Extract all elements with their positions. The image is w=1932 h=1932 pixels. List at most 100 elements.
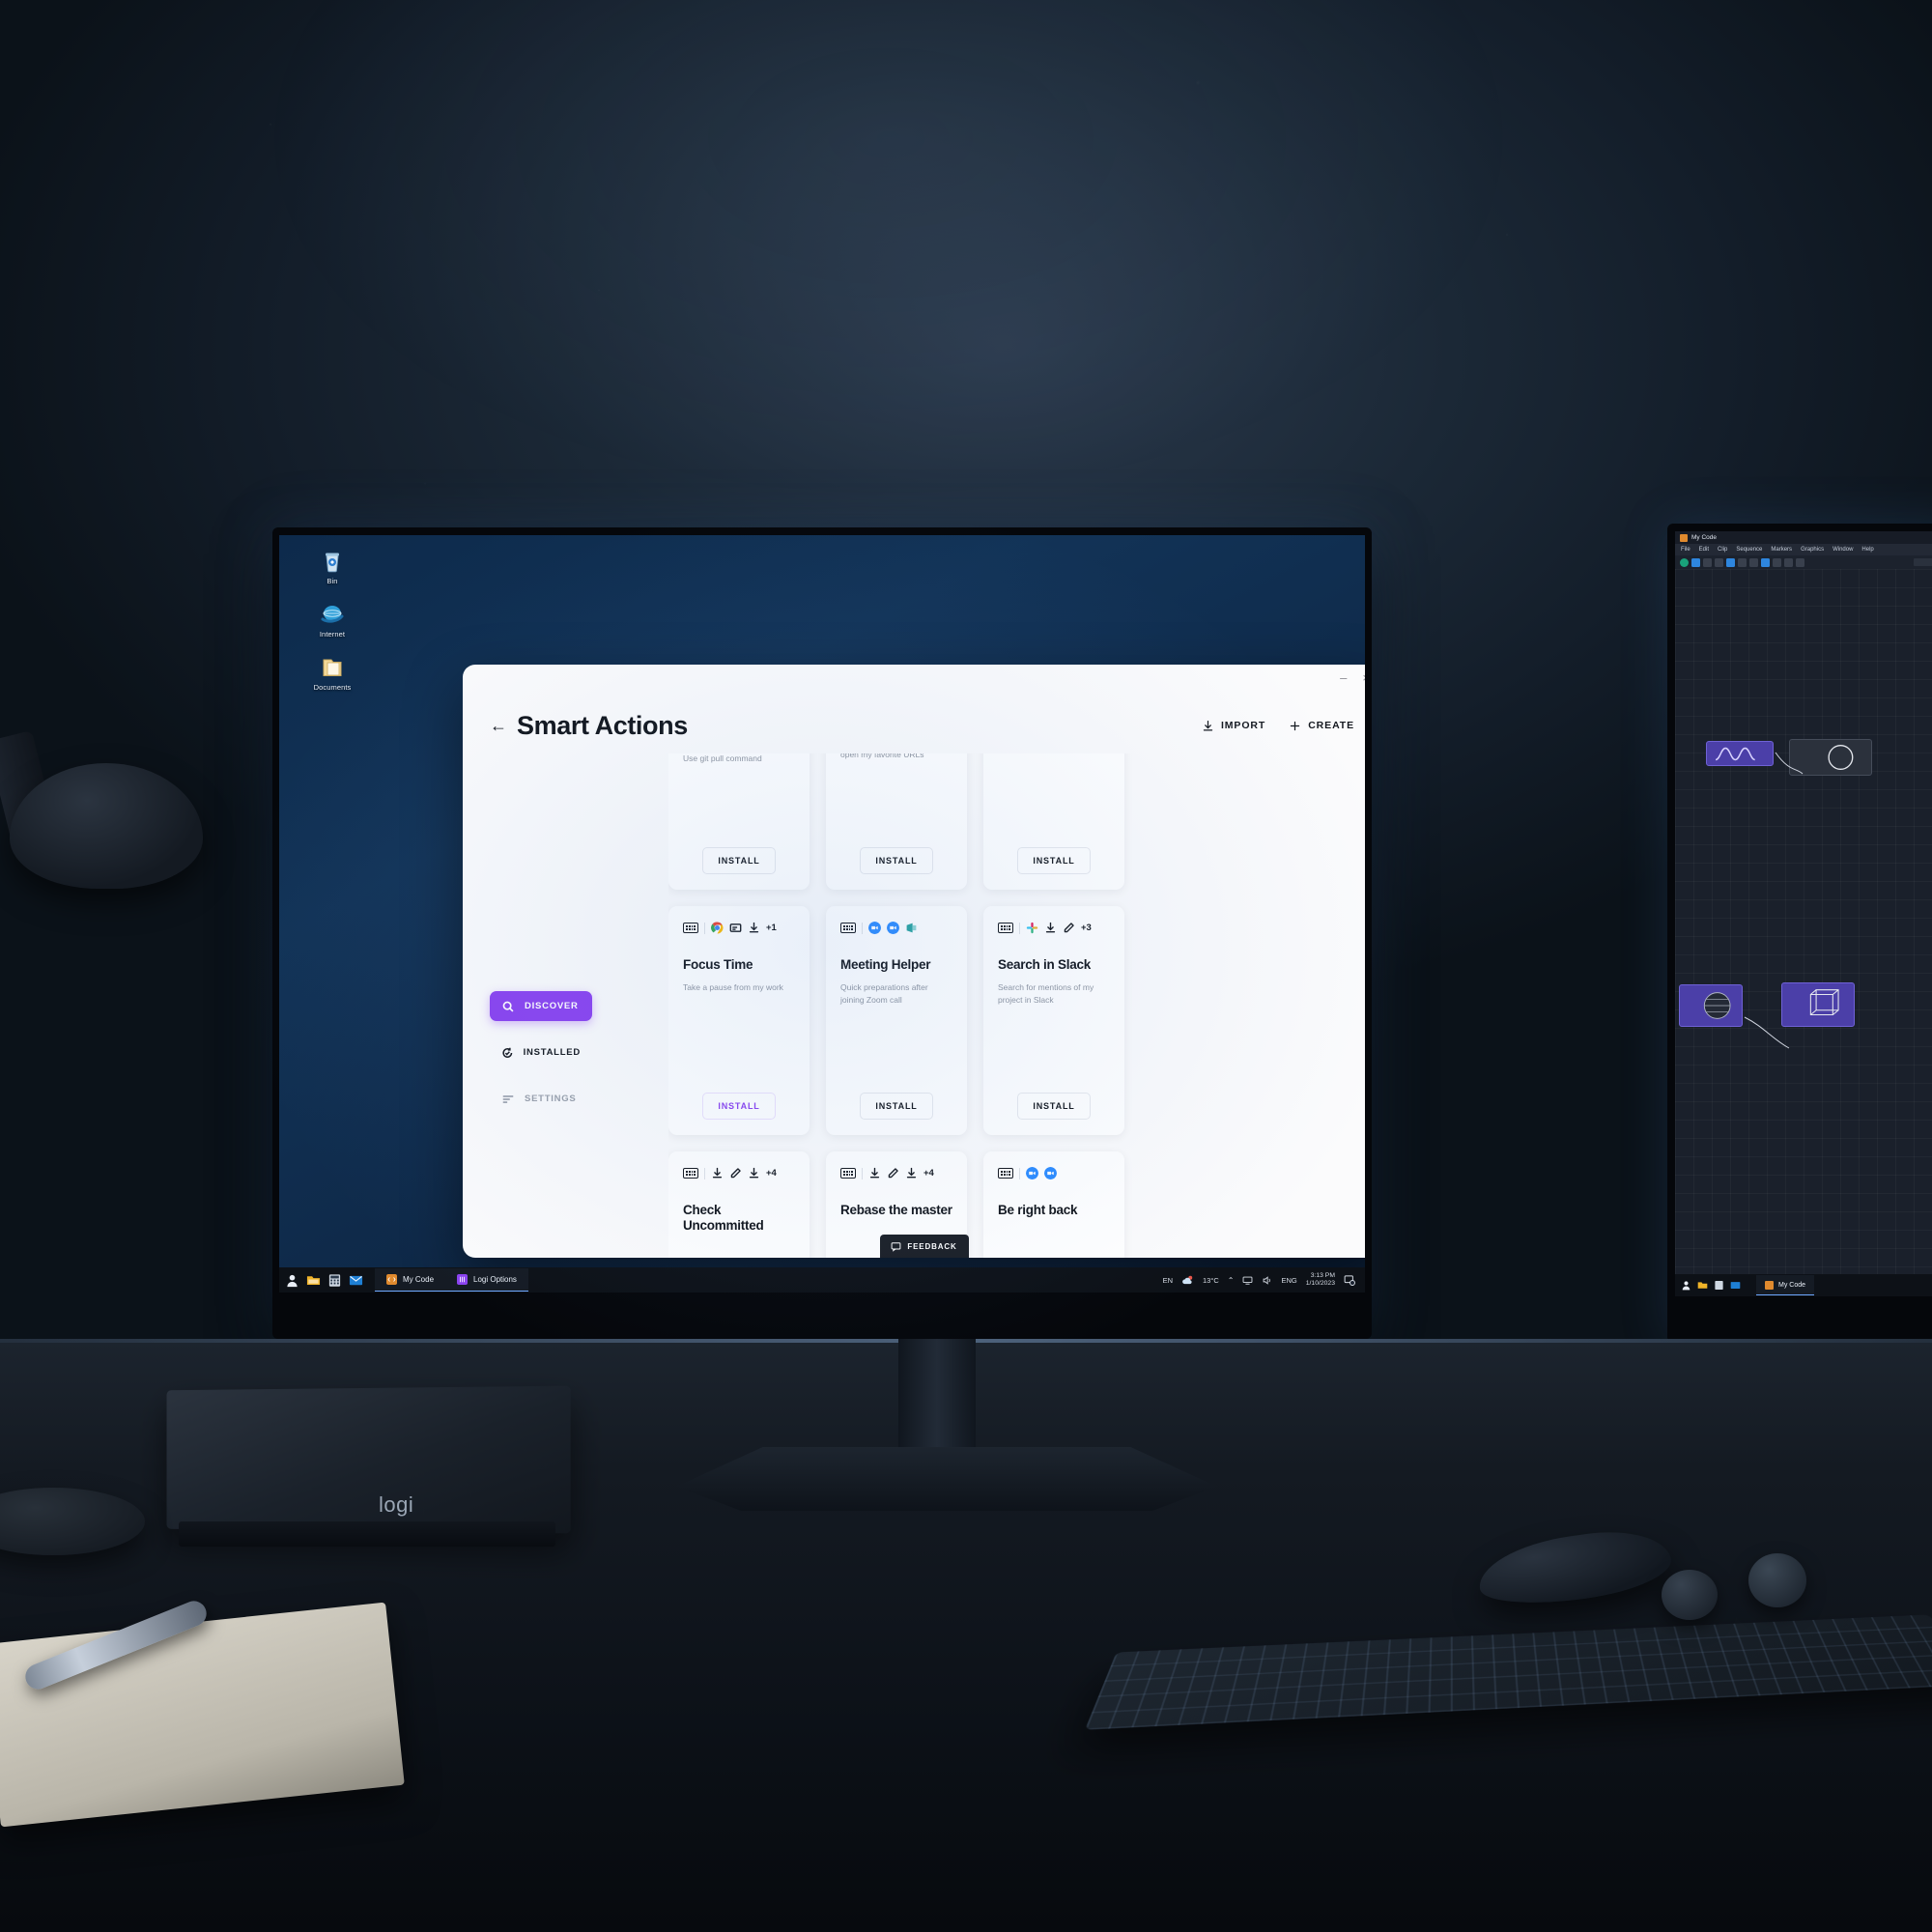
volume-icon[interactable]	[1262, 1275, 1272, 1286]
action-card[interactable]: +4 Check Uncommitted	[668, 1151, 810, 1258]
keyboard-icon	[683, 1168, 698, 1179]
feedback-button[interactable]: FEEDBACK	[879, 1235, 969, 1258]
feedback-chat-icon	[891, 1241, 901, 1252]
tray-weather[interactable]: 13°C	[1203, 1276, 1219, 1285]
my-code-icon	[1680, 533, 1688, 542]
taskbar-task-my-code[interactable]: My Code	[1756, 1275, 1815, 1295]
notification-icon[interactable]	[1344, 1274, 1355, 1286]
desktop-icon-internet[interactable]: Internet	[297, 602, 368, 639]
card-title: Rebase the master	[840, 1203, 952, 1217]
card-description: Quick preparations after joining Zoom ca…	[840, 982, 928, 1006]
pencil-icon	[730, 1168, 741, 1179]
toolbar-button[interactable]	[1738, 557, 1747, 567]
menu-item-sequence[interactable]: Sequence	[1736, 547, 1762, 553]
menu-item-markers[interactable]: Markers	[1771, 547, 1792, 553]
card-title: Focus Time	[683, 957, 753, 972]
my-code-title: My Code	[1691, 534, 1718, 541]
minimize-button[interactable]: –	[1340, 671, 1347, 684]
install-button[interactable]: INSTALL	[860, 847, 933, 874]
install-button[interactable]: INSTALL	[702, 1093, 776, 1120]
divider	[704, 922, 705, 934]
card-icon-row: +1	[683, 920, 795, 936]
tray-language[interactable]: EN	[1163, 1276, 1173, 1285]
user-icon[interactable]	[1681, 1280, 1691, 1291]
desktop-icon-bin[interactable]: Bin	[297, 549, 368, 585]
create-button[interactable]: CREATE	[1289, 720, 1354, 732]
menu-item-graphics[interactable]: Graphics	[1801, 547, 1824, 553]
action-card[interactable]: Be right back	[983, 1151, 1124, 1258]
search-input[interactable]	[1914, 558, 1932, 566]
card-description: When I opened a browser, open my favorit…	[840, 753, 924, 760]
sidebar-item-label: SETTINGS	[525, 1094, 577, 1104]
card-title: Check Uncommitted	[683, 1203, 764, 1234]
toolbar-button[interactable]	[1784, 557, 1793, 567]
taskbar-task-logi-options[interactable]: Logi Options	[445, 1268, 528, 1292]
network-icon[interactable]	[1242, 1275, 1253, 1286]
primary-screen: Bin Internet Documents – ← Smart Actions…	[279, 535, 1365, 1293]
taskbar-task-label: My Code	[403, 1275, 435, 1284]
my-code-titlebar: My Code	[1675, 531, 1932, 544]
toolbar-button[interactable]	[1726, 557, 1735, 567]
app-header: ← Smart Actions IMPORT CREATE	[463, 697, 1365, 753]
mail-icon[interactable]	[349, 1273, 363, 1288]
earbud-left	[1662, 1570, 1718, 1620]
action-card[interactable]: +1 Focus Time Take a pause from my work …	[668, 906, 810, 1135]
sidebar-item-settings[interactable]: SETTINGS	[490, 1084, 592, 1114]
node-graph-canvas[interactable]	[1675, 569, 1932, 1284]
menu-item-edit[interactable]: Edit	[1699, 547, 1709, 553]
install-button[interactable]: INSTALL	[860, 1093, 933, 1120]
action-card[interactable]: Open URLs When I opened a browser, open …	[826, 753, 967, 890]
toolbar-button[interactable]	[1691, 557, 1700, 567]
extra-count: +1	[766, 923, 777, 933]
user-icon[interactable]	[285, 1273, 299, 1288]
action-card[interactable]: Pull project changes Use git pull comman…	[668, 753, 810, 890]
zoom-icon	[1044, 1167, 1057, 1179]
toolbar-button[interactable]	[1749, 557, 1758, 567]
documents-folder-icon	[323, 659, 342, 676]
menu-item-clip[interactable]: Clip	[1718, 547, 1727, 553]
toolbar-button[interactable]	[1680, 557, 1689, 567]
file-explorer-icon[interactable]	[306, 1273, 321, 1288]
action-card[interactable]: Morning Setup Open my favourite apps INS…	[983, 753, 1124, 890]
back-arrow-icon[interactable]: ←	[490, 716, 507, 736]
toolbar-button[interactable]	[1796, 557, 1804, 567]
toolbar-button[interactable]	[1761, 557, 1770, 567]
my-code-menubar: File Edit Clip Sequence Markers Graphics…	[1675, 544, 1932, 555]
menu-item-window[interactable]: Window	[1833, 547, 1853, 553]
download-icon	[1203, 720, 1213, 730]
toolbar-button[interactable]	[1773, 557, 1781, 567]
install-button[interactable]: INSTALL	[1017, 847, 1091, 874]
install-button[interactable]: INSTALL	[702, 847, 776, 874]
action-card[interactable]: +3 Search in Slack Search for mentions o…	[983, 906, 1124, 1135]
sidebar-item-installed[interactable]: INSTALLED	[490, 1037, 592, 1067]
import-label: IMPORT	[1220, 720, 1266, 731]
desktop-icon-documents[interactable]: Documents	[297, 655, 368, 692]
secondary-taskbar: My Code	[1675, 1274, 1932, 1296]
speaker-brand-label: logi	[379, 1492, 414, 1517]
card-icon-row: +4	[840, 1165, 952, 1181]
weather-icon[interactable]	[1181, 1274, 1194, 1287]
action-card[interactable]: Meeting Helper Quick preparations after …	[826, 906, 967, 1135]
toolbar-button[interactable]	[1703, 557, 1712, 567]
header-actions: IMPORT CREATE	[1202, 720, 1354, 732]
import-button[interactable]: IMPORT	[1202, 720, 1265, 732]
menu-item-help[interactable]: Help	[1861, 547, 1873, 553]
title-group: ← Smart Actions	[490, 711, 688, 741]
close-button[interactable]: ×	[1362, 671, 1365, 684]
toolbar-button[interactable]	[1715, 557, 1723, 567]
download-icon	[869, 1167, 880, 1179]
caption-icon	[729, 923, 742, 932]
speaker-base	[179, 1521, 555, 1547]
tray-chevron-icon[interactable]: ⌃	[1228, 1276, 1235, 1285]
mail-icon[interactable]	[1730, 1280, 1741, 1291]
taskbar-clock[interactable]: 3:13 PM 1/10/2023	[1306, 1272, 1335, 1288]
primary-monitor: Bin Internet Documents – ← Smart Actions…	[272, 527, 1372, 1339]
menu-item-file[interactable]: File	[1681, 547, 1690, 553]
file-explorer-icon[interactable]	[1697, 1280, 1708, 1291]
tray-input-language[interactable]: ENG	[1281, 1276, 1296, 1285]
taskbar-task-my-code[interactable]: My Code	[375, 1268, 446, 1292]
calculator-icon[interactable]	[327, 1273, 342, 1288]
install-button[interactable]: INSTALL	[1017, 1093, 1091, 1120]
sidebar-item-discover[interactable]: DISCOVER	[490, 991, 592, 1021]
calculator-icon[interactable]	[1714, 1280, 1724, 1291]
